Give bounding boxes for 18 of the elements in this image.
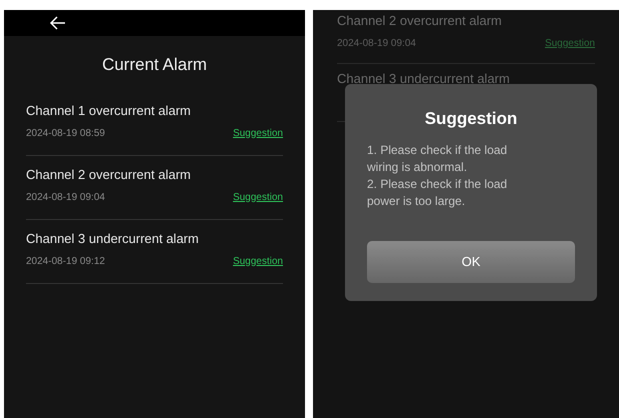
suggestion-link[interactable]: Suggestion <box>232 190 283 204</box>
alarm-time: 2024-08-19 09:04 <box>26 190 105 204</box>
suggestion-link[interactable]: Suggestion <box>232 126 283 140</box>
screen-title: Current Alarm <box>101 54 208 76</box>
alarm-time: 2024-08-19 08:59 <box>26 126 105 140</box>
alarm-title: Channel 2 overcurrent alarm <box>337 12 503 30</box>
alarm-title: Channel 1 overcurrent alarm <box>26 102 192 120</box>
ok-button[interactable]: OK <box>367 241 575 283</box>
back-arrow-icon[interactable] <box>50 16 66 30</box>
dialog-message: 2. Please check if the load power is too large. <box>367 176 508 210</box>
dialog-title: Suggestion <box>424 108 518 130</box>
suggestion-link[interactable]: Suggestion <box>232 254 283 268</box>
alarm-title: Channel 3 undercurrent alarm <box>26 230 200 248</box>
alarm-title: Channel 2 overcurrent alarm <box>26 166 192 184</box>
alarm-title: Channel 3 undercurrent alarm <box>337 70 511 88</box>
alarm-time: 2024-08-19 09:12 <box>26 254 105 268</box>
alarm-time: 2024-08-19 09:04 <box>337 37 416 51</box>
dialog-message: 1. Please check if the load wiring is abnormal. <box>367 142 508 176</box>
